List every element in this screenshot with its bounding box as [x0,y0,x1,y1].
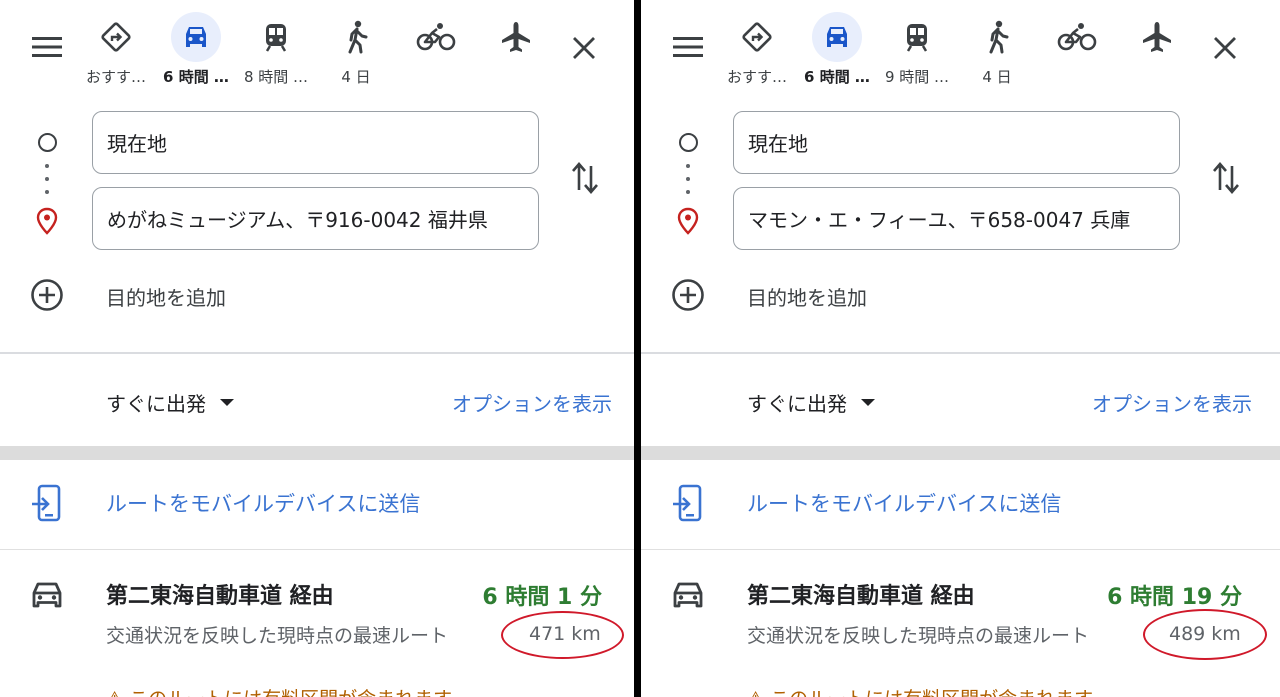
menu-icon[interactable] [671,32,705,62]
tab-car-label: 6 時間 … [804,68,870,86]
tab-transit[interactable]: 9 時間 … [877,12,957,92]
origin-circle-icon [679,133,698,152]
add-destination-icon[interactable] [30,278,64,316]
section-band [641,446,1280,460]
route-title[interactable]: 第二東海自動車道 経由 [106,578,334,610]
show-options-link[interactable]: オプションを表示 [1092,388,1252,417]
toll-warning: ⚠ このルートには有料区間が含まれます [106,684,452,697]
directions-panel-right: おすす… 6 時間 … 9 時間 … 4 日 現在地 マモン・エ・フィーユ、〒6… [641,0,1280,697]
train-icon [892,12,942,62]
depart-time-dropdown[interactable]: すぐに出発 [106,388,234,417]
origin-input[interactable]: 現在地 [92,111,539,174]
send-to-mobile-link[interactable]: ルートをモバイルデバイスに送信 [747,488,1061,518]
destination-input[interactable]: めがねミュージアム、〒916-0042 福井県 [92,187,539,250]
send-to-device-icon [671,484,703,528]
tab-flight[interactable] [1117,12,1197,92]
add-destination-icon[interactable] [671,278,705,316]
depart-time-dropdown[interactable]: すぐに出発 [747,388,875,417]
tab-best[interactable]: おすす… [717,12,797,92]
section-band [0,446,634,460]
divider [641,352,1280,354]
tab-walk[interactable]: 4 日 [957,12,1037,92]
divider [0,549,634,550]
travel-mode-tabs: おすす… 6 時間 … 8 時間 … 4 日 [76,12,556,92]
travel-mode-tabs: おすす… 6 時間 … 9 時間 … 4 日 [717,12,1197,92]
send-to-device-icon [30,484,62,528]
flight-icon [491,12,541,62]
caret-down-icon [220,399,234,406]
menu-icon[interactable] [30,32,64,62]
add-destination-button[interactable]: 目的地を追加 [747,282,867,311]
tab-transit-label: 9 時間 … [884,68,950,86]
route-duration: 6 時間 1 分 [482,585,602,610]
bike-icon [411,12,461,62]
divider [641,549,1280,550]
destination-pin-icon [677,207,699,239]
directions-diamond-icon [732,12,782,62]
car-icon [30,580,64,614]
route-dots-icon [686,164,691,203]
bike-icon [1052,12,1102,62]
route-description: 交通状況を反映した現時点の最速ルート [106,625,449,647]
toll-warning: ⚠ このルートには有料区間が含まれます [747,684,1093,697]
depart-label: すぐに出発 [747,392,847,416]
walk-icon [972,12,1022,62]
highlight-ellipse [1143,609,1267,660]
car-icon [671,580,705,614]
close-icon[interactable] [1207,30,1243,66]
tab-transit[interactable]: 8 時間 … [236,12,316,92]
origin-value: 現在地 [107,132,167,156]
car-icon [812,12,862,62]
train-icon [251,12,301,62]
tab-flight[interactable] [476,12,556,92]
destination-value: めがねミュージアム、〒916-0042 福井県 [107,208,488,232]
route-title[interactable]: 第二東海自動車道 経由 [747,578,975,610]
send-to-mobile-link[interactable]: ルートをモバイルデバイスに送信 [106,488,420,518]
destination-value: マモン・エ・フィーユ、〒658-0047 兵庫 [748,208,1131,232]
directions-diamond-icon [91,12,141,62]
origin-input[interactable]: 現在地 [733,111,1180,174]
tab-car-label: 6 時間 … [163,68,229,86]
divider [0,352,634,354]
swap-icon[interactable] [568,158,602,198]
add-destination-button[interactable]: 目的地を追加 [106,282,226,311]
swap-icon[interactable] [1209,158,1243,198]
tab-walk-label: 4 日 [341,68,371,86]
tab-walk[interactable]: 4 日 [316,12,396,92]
tab-bike[interactable] [1037,12,1117,92]
tab-transit-label: 8 時間 … [243,68,309,86]
origin-value: 現在地 [748,132,808,156]
panel-divider [634,0,641,697]
close-icon[interactable] [566,30,602,66]
route-description: 交通状況を反映した現時点の最速ルート [747,625,1090,647]
route-dots-icon [45,164,50,203]
origin-circle-icon [38,133,57,152]
flight-icon [1132,12,1182,62]
caret-down-icon [861,399,875,406]
destination-pin-icon [36,207,58,239]
tab-best[interactable]: おすす… [76,12,156,92]
tab-best-label: おすす… [85,68,146,86]
tab-best-label: おすす… [726,68,787,86]
car-icon [171,12,221,62]
depart-label: すぐに出発 [106,392,206,416]
highlight-ellipse [501,611,624,659]
tab-walk-label: 4 日 [982,68,1012,86]
show-options-link[interactable]: オプションを表示 [452,388,612,417]
route-duration: 6 時間 19 分 [1107,585,1242,610]
tab-car[interactable]: 6 時間 … [156,12,236,92]
tab-bike[interactable] [396,12,476,92]
walk-icon [331,12,381,62]
destination-input[interactable]: マモン・エ・フィーユ、〒658-0047 兵庫 [733,187,1180,250]
tab-car[interactable]: 6 時間 … [797,12,877,92]
directions-panel-left: おすす… 6 時間 … 8 時間 … 4 日 現在地 めがねミュージアム、〒91… [0,0,634,697]
